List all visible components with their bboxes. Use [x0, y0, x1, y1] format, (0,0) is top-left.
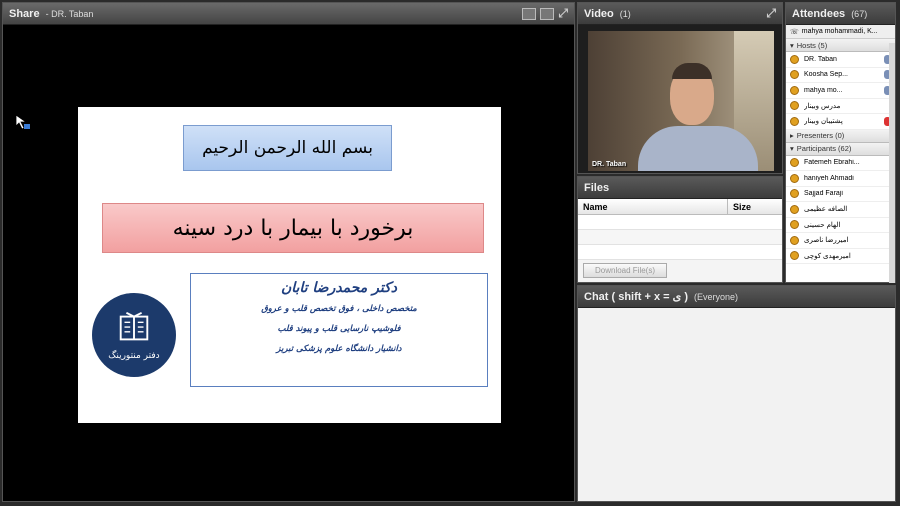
- video-count: (1): [619, 8, 631, 19]
- attendee-row[interactable]: امیررضا ناصری: [786, 233, 895, 249]
- attendee-row[interactable]: DR. Taban: [786, 52, 895, 68]
- fullscreen-icon[interactable]: ⤢: [766, 6, 776, 21]
- attendee-row[interactable]: Sajjad Faraji: [786, 187, 895, 202]
- attendee-name: Koosha Sep...: [804, 71, 848, 79]
- host-icon: [790, 101, 799, 111]
- host-icon: [790, 116, 799, 126]
- participant-icon: [790, 220, 799, 230]
- collapse-icon: ▾: [790, 144, 794, 153]
- participants-label: Participants (62): [796, 144, 852, 153]
- webcam-feed[interactable]: DR. Taban: [588, 31, 774, 171]
- attendee-name: Fatemeh Ebrahi...: [804, 159, 860, 167]
- attendee-name: امیررضا ناصری: [804, 237, 849, 245]
- attendee-name: الهام حسینی: [804, 221, 841, 229]
- book-emblem-icon: [119, 311, 149, 341]
- attendee-status-text: mahya mohammadi, K...: [801, 28, 878, 35]
- chat-pod: Chat ( shift + x = ی ) (Everyone): [577, 285, 896, 502]
- files-list: [578, 215, 782, 260]
- layout-icon[interactable]: [522, 7, 537, 20]
- info-line: دانشیار دانشگاه علوم پزشکی تبریز: [276, 344, 402, 354]
- files-pod: Files Name Size Download File(s): [577, 176, 783, 283]
- video-name-label: DR. Taban: [592, 161, 627, 168]
- presenter-info-box: دکتر محمدرضا تابان متخصص داخلی ، فوق تخص…: [190, 273, 488, 387]
- participant-icon: [790, 204, 799, 214]
- mentoring-logo: دفتر منتورینگ: [92, 293, 176, 377]
- collapse-icon: ▾: [790, 40, 794, 50]
- fullscreen-icon[interactable]: ⤢: [558, 6, 568, 21]
- attendees-pod: Attendees (67) ☏ mahya mohammadi, K... ▾…: [785, 2, 896, 283]
- attendee-name: مدرس وبینار: [804, 102, 841, 110]
- attendee-row[interactable]: مدرس وبینار: [786, 99, 895, 114]
- attendee-row[interactable]: mahya mo...: [786, 83, 895, 99]
- host-icon: [790, 85, 799, 95]
- participant-icon: [790, 173, 799, 183]
- share-title: Share: [9, 7, 40, 20]
- participants-section[interactable]: ▾ Participants (62): [786, 142, 895, 156]
- phone-icon: ☏: [790, 28, 799, 36]
- column-name[interactable]: Name: [578, 199, 728, 214]
- attendee-row[interactable]: امیرمهدی کوچی: [786, 249, 895, 264]
- slide-topic: برخورد با بیمار با درد سینه: [102, 203, 484, 253]
- attendee-row[interactable]: Koosha Sep...: [786, 68, 895, 83]
- attendee-name: امیرمهدی کوچی: [804, 252, 851, 260]
- logo-text: دفتر منتورینگ: [108, 351, 160, 361]
- participant-icon: [790, 251, 799, 261]
- hosts-section[interactable]: ▾ Hosts (5): [786, 39, 895, 52]
- slide-basmala: بسم الله الرحمن الرحیم: [183, 125, 392, 171]
- files-table-header: Name Size: [578, 199, 782, 215]
- hosts-list: DR. Taban Koosha Sep... mahya mo... مدرس…: [786, 52, 895, 130]
- attendee-name: mahya mo...: [804, 86, 843, 94]
- participant-icon: [790, 158, 799, 168]
- expand-icon: ▸: [790, 131, 794, 140]
- attendees-header: Attendees (67): [786, 3, 895, 25]
- attendees-scrollbar[interactable]: [889, 43, 895, 283]
- attendee-row[interactable]: Fatemeh Ebrahi...: [786, 156, 895, 171]
- attendee-name: پشتیبان وبینار: [804, 118, 843, 126]
- presentation-slide: بسم الله الرحمن الرحیم برخورد با بیمار ب…: [78, 107, 501, 423]
- info-line: متخصص داخلی ، فوق تخصص قلب و عروق: [261, 304, 417, 314]
- attendee-name: haniyeh Ahmadi: [804, 174, 854, 182]
- presenters-section[interactable]: ▸ Presenters (0): [786, 129, 895, 143]
- participants-list: Fatemeh Ebrahi... haniyeh Ahmadi Sajjad …: [786, 156, 895, 264]
- column-size[interactable]: Size: [728, 199, 756, 214]
- hosts-label: Hosts (5): [796, 40, 828, 50]
- attendee-row[interactable]: haniyeh Ahmadi: [786, 171, 895, 187]
- list-view-icon[interactable]: [540, 7, 555, 20]
- participant-icon: [790, 189, 799, 199]
- presenters-label: Presenters (0): [796, 131, 845, 140]
- files-header: Files: [578, 177, 782, 199]
- chat-title: Chat ( shift + x = ی ): [584, 291, 688, 303]
- attendee-name: الصافه عظیمی: [804, 206, 848, 214]
- attendee-status-bar[interactable]: ☏ mahya mohammadi, K...: [786, 25, 895, 39]
- download-files-button[interactable]: Download File(s): [583, 263, 667, 278]
- share-pod: Share - DR. Taban ⤢ بسم الله الرحمن الرح…: [2, 2, 575, 502]
- host-icon: [790, 54, 799, 64]
- participant-icon: [790, 235, 799, 245]
- attendee-name: DR. Taban: [804, 55, 837, 63]
- attendee-name: Sajjad Faraji: [804, 190, 843, 198]
- video-header: Video (1) ⤢: [578, 3, 782, 25]
- info-line: فلوشیپ نارسایی قلب و پیوند قلب: [277, 324, 401, 334]
- attendees-count: (67): [851, 8, 868, 19]
- video-pod: Video (1) ⤢ DR. Taban: [577, 2, 783, 174]
- share-header: Share - DR. Taban ⤢: [3, 3, 574, 25]
- doctor-name: دکتر محمدرضا تابان: [280, 280, 398, 296]
- chat-audience[interactable]: (Everyone): [694, 292, 738, 302]
- files-title: Files: [584, 181, 610, 194]
- share-presenter: - DR. Taban: [45, 8, 94, 19]
- attendee-row[interactable]: الصافه عظیمی: [786, 202, 895, 218]
- chat-header: Chat ( shift + x = ی ) (Everyone): [578, 286, 895, 308]
- attendee-row[interactable]: الهام حسینی: [786, 218, 895, 233]
- attendee-row[interactable]: پشتیبان وبینار: [786, 114, 895, 130]
- host-icon: [790, 70, 799, 80]
- video-title: Video: [584, 7, 614, 20]
- mouse-cursor-icon: [15, 114, 30, 130]
- attendees-title: Attendees: [792, 7, 846, 20]
